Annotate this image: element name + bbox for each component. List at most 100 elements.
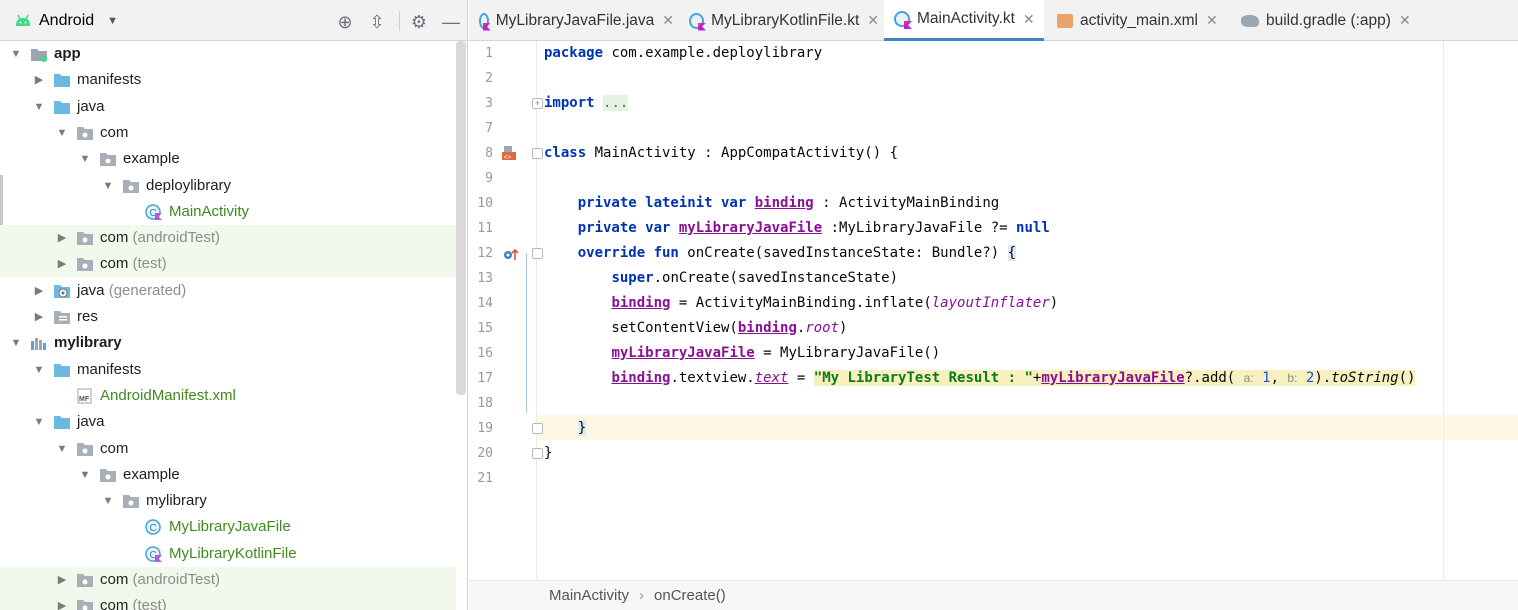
- gear-icon[interactable]: ⚙: [408, 11, 430, 33]
- collapsed-arrow-icon[interactable]: ▶: [33, 74, 45, 86]
- crosshair-icon[interactable]: ⊕: [334, 11, 356, 33]
- tree-scrollbar[interactable]: [456, 41, 466, 395]
- tree-item[interactable]: ▶ manifests: [0, 67, 456, 93]
- expanded-arrow-icon[interactable]: ▼: [33, 364, 45, 376]
- tree-item[interactable]: ▶ res: [0, 304, 456, 330]
- tree-item-name: com: [100, 255, 129, 273]
- code-area[interactable]: package com.example.deploylibrary import …: [538, 41, 1518, 580]
- tree-item-label: deploylibrary: [146, 177, 231, 194]
- editor-tab[interactable]: MainActivity.kt ✕: [884, 0, 1044, 41]
- expanded-arrow-icon[interactable]: ▼: [56, 443, 68, 455]
- related-layout-icon[interactable]: <>: [501, 145, 517, 161]
- tree-item-label: java: [77, 413, 105, 430]
- editor-tab-label: MainActivity.kt: [917, 10, 1015, 27]
- tree-item[interactable]: ▼ example: [0, 462, 456, 488]
- code-line[interactable]: package com.example.deploylibrary: [544, 41, 822, 66]
- code-line[interactable]: binding = ActivityMainBinding.inflate(la…: [544, 291, 1058, 316]
- editor-tab[interactable]: activity_main.xml ✕: [1047, 0, 1227, 41]
- collapsed-arrow-icon[interactable]: ▶: [56, 232, 68, 244]
- close-icon[interactable]: ✕: [867, 12, 879, 29]
- collapsed-arrow-icon[interactable]: ▶: [56, 600, 68, 610]
- code-line[interactable]: }: [544, 416, 587, 441]
- collapsed-arrow-icon[interactable]: ▶: [33, 285, 45, 297]
- tree-item[interactable]: ▶ com (androidTest): [0, 225, 456, 252]
- folder-icon: [53, 414, 71, 430]
- code-line[interactable]: override fun onCreate(savedInstanceState…: [544, 241, 1017, 266]
- line-number: 16: [477, 346, 493, 361]
- code-line[interactable]: }: [544, 441, 552, 466]
- line-number: 14: [477, 296, 493, 311]
- code-line[interactable]: private lateinit var binding : ActivityM…: [544, 191, 999, 216]
- tree-item[interactable]: ▶ java (generated): [0, 278, 456, 304]
- code-line[interactable]: private var myLibraryJavaFile :MyLibrary…: [544, 216, 1050, 241]
- code-line[interactable]: super.onCreate(savedInstanceState): [544, 266, 898, 291]
- line-number: 11: [477, 221, 493, 236]
- tree-item[interactable]: ▼ com: [0, 436, 456, 462]
- expanded-arrow-icon[interactable]: ▼: [79, 153, 91, 165]
- tree-item-suffix: (androidTest): [128, 229, 221, 247]
- expanded-arrow-icon[interactable]: ▼: [10, 337, 22, 349]
- kotlin-class-icon: C: [145, 204, 163, 220]
- code-line[interactable]: myLibraryJavaFile = MyLibraryJavaFile(): [544, 341, 940, 366]
- expanded-arrow-icon[interactable]: ▼: [56, 127, 68, 139]
- tree-item[interactable]: ▼ com: [0, 120, 456, 146]
- tree-item[interactable]: ▼ example: [0, 146, 456, 172]
- tree-item-name: MyLibraryJavaFile: [169, 518, 291, 536]
- close-icon[interactable]: ✕: [1399, 12, 1411, 29]
- collapsed-arrow-icon[interactable]: ▶: [56, 258, 68, 270]
- tree-item[interactable]: C MainActivity: [0, 199, 456, 225]
- tree-item[interactable]: ▼ java: [0, 409, 456, 435]
- breadcrumb-item-class[interactable]: MainActivity: [549, 587, 629, 604]
- expanded-arrow-icon[interactable]: ▼: [33, 101, 45, 113]
- close-icon[interactable]: ✕: [1023, 11, 1035, 28]
- tree-item[interactable]: ▼ java: [0, 94, 456, 120]
- editor-tab[interactable]: MyLibraryKotlinFile.kt ✕: [679, 0, 879, 41]
- expanded-arrow-icon[interactable]: ▼: [79, 469, 91, 481]
- tree-item[interactable]: C MyLibraryKotlinFile: [0, 541, 456, 567]
- code-line[interactable]: import ...: [544, 91, 629, 116]
- line-number: 2: [485, 71, 493, 86]
- code-line[interactable]: class MainActivity : AppCompatActivity()…: [544, 141, 898, 166]
- expanded-arrow-icon[interactable]: ▼: [102, 495, 114, 507]
- tree-item[interactable]: MF AndroidManifest.xml: [0, 383, 456, 409]
- svg-text:C: C: [150, 523, 157, 534]
- tree-item[interactable]: ▼ deploylibrary: [0, 173, 456, 199]
- close-icon[interactable]: ✕: [1206, 12, 1218, 29]
- expanded-arrow-icon[interactable]: ▼: [33, 416, 45, 428]
- tree-item[interactable]: ▼ manifests: [0, 357, 456, 383]
- code-line[interactable]: binding.textview.text = "My LibraryTest …: [544, 366, 1416, 391]
- expanded-arrow-icon[interactable]: ▼: [102, 180, 114, 192]
- tree-item[interactable]: ▼ app: [0, 41, 456, 67]
- overrides-method-icon[interactable]: [503, 246, 519, 262]
- tree-item-name: com: [100, 439, 129, 457]
- tree-item-name: MainActivity: [169, 202, 250, 220]
- manifest-icon: MF: [76, 388, 94, 404]
- android-icon: [16, 14, 30, 26]
- collapsed-arrow-icon[interactable]: ▶: [56, 574, 68, 586]
- tree-item[interactable]: ▼ mylibrary: [0, 488, 456, 514]
- editor-tab-bar: MyLibraryJavaFile.java ✕ MyLibraryKotlinFi…: [469, 0, 1518, 41]
- tree-item-label: com (test): [100, 255, 167, 272]
- tree-item[interactable]: ▼ mylibrary: [0, 330, 456, 356]
- tree-item[interactable]: ▶ com (test): [0, 251, 456, 278]
- tree-item[interactable]: ▶ com (test): [0, 593, 456, 610]
- generated-folder-icon: [53, 283, 71, 299]
- close-icon[interactable]: ✕: [662, 12, 674, 29]
- svg-text:<>: <>: [504, 155, 512, 161]
- project-view-selector[interactable]: Android ▼: [14, 10, 118, 32]
- breadcrumb-item-function[interactable]: onCreate(): [654, 587, 726, 604]
- line-number: 1: [485, 46, 493, 61]
- collapse-all-icon[interactable]: ⇳: [366, 11, 388, 33]
- expanded-arrow-icon[interactable]: ▼: [10, 48, 22, 60]
- tree-item-label: example: [123, 466, 180, 483]
- editor-tab[interactable]: build.gradle (:app) ✕: [1231, 0, 1416, 41]
- tree-item[interactable]: C MyLibraryJavaFile: [0, 514, 456, 540]
- tree-item[interactable]: ▶ com (androidTest): [0, 567, 456, 593]
- code-line[interactable]: setContentView(binding.root): [544, 316, 847, 341]
- kotlin-class-icon: [894, 11, 910, 27]
- editor: MyLibraryJavaFile.java ✕ MyLibraryKotlinFi…: [469, 0, 1518, 610]
- collapsed-arrow-icon[interactable]: ▶: [33, 311, 45, 323]
- editor-tab[interactable]: MyLibraryJavaFile.java ✕: [469, 0, 674, 41]
- package-icon: [76, 230, 94, 246]
- minimize-icon[interactable]: —: [440, 11, 462, 33]
